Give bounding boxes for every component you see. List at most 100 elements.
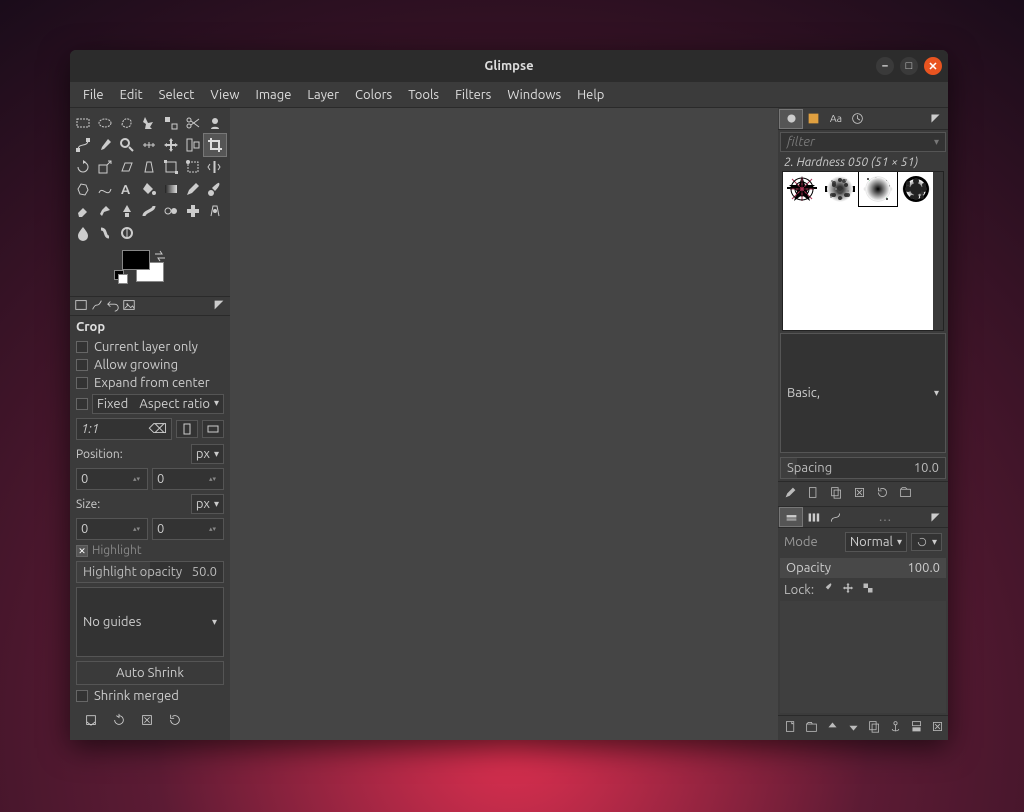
opt-current-layer-only[interactable]: Current layer only	[76, 340, 224, 354]
tool-color-picker[interactable]	[94, 134, 116, 156]
size-width[interactable]: 0▴▾	[76, 518, 148, 540]
tool-gradient[interactable]	[160, 178, 182, 200]
delete-layer-icon[interactable]	[931, 720, 944, 736]
tab-patterns[interactable]	[802, 110, 824, 128]
tab-channels[interactable]	[802, 508, 824, 526]
canvas-area[interactable]	[230, 108, 778, 740]
tool-handle-transform[interactable]	[182, 156, 204, 178]
menu-edit[interactable]: Edit	[113, 85, 150, 105]
auto-shrink-button[interactable]: Auto Shrink	[76, 661, 224, 685]
new-brush-icon[interactable]	[807, 486, 820, 502]
tab-layers[interactable]	[780, 508, 802, 526]
mode-dropdown[interactable]: Normal▾	[845, 532, 907, 552]
raise-layer-icon[interactable]	[826, 720, 839, 736]
tool-pencil[interactable]	[182, 178, 204, 200]
tool-unified-transform[interactable]	[160, 156, 182, 178]
opt-fixed-mode[interactable]: Fixed Aspect ratio▾	[92, 394, 224, 414]
tool-mypaint[interactable]	[138, 200, 160, 222]
restore-preset-icon[interactable]	[112, 713, 126, 730]
opt-fixed-checkbox[interactable]	[76, 398, 88, 410]
tool-measure[interactable]	[138, 134, 160, 156]
size-unit[interactable]: px▾	[191, 494, 224, 514]
tool-dodge-burn[interactable]	[116, 222, 138, 244]
menu-help[interactable]: Help	[570, 85, 611, 105]
tool-smudge[interactable]	[94, 222, 116, 244]
brushes-dock-menu-icon[interactable]	[924, 110, 946, 128]
tab-paths[interactable]	[824, 508, 846, 526]
tool-align[interactable]	[182, 134, 204, 156]
layer-list[interactable]	[780, 601, 946, 713]
lock-alpha-icon[interactable]	[862, 582, 874, 597]
opt-orient-landscape[interactable]	[202, 420, 224, 438]
tool-ink[interactable]	[116, 200, 138, 222]
tool-eraser[interactable]	[72, 200, 94, 222]
brush-scrollbar[interactable]	[933, 172, 943, 330]
opt-orient-portrait[interactable]	[176, 420, 198, 438]
opt-allow-growing[interactable]: Allow growing	[76, 358, 224, 372]
tab-device-status[interactable]	[90, 298, 104, 315]
menu-colors[interactable]: Colors	[348, 85, 399, 105]
tool-move[interactable]	[160, 134, 182, 156]
tab-tool-options[interactable]	[74, 298, 88, 315]
tool-foreground-select[interactable]	[204, 112, 226, 134]
lock-pixels-icon[interactable]	[822, 582, 834, 597]
merge-down-icon[interactable]	[910, 720, 923, 736]
guides-dropdown[interactable]: No guides▾	[76, 587, 224, 657]
opt-highlight[interactable]: ✕ Highlight	[76, 544, 224, 557]
menu-file[interactable]: File	[76, 85, 111, 105]
position-x[interactable]: 0▴▾	[76, 468, 148, 490]
opt-ratio-input[interactable]: 1:1 ⌫	[76, 418, 172, 440]
tool-free-select[interactable]	[116, 112, 138, 134]
edit-brush-icon[interactable]	[784, 486, 797, 502]
save-preset-icon[interactable]	[84, 713, 98, 730]
tool-crop[interactable]	[204, 134, 226, 156]
tool-scissors-select[interactable]	[182, 112, 204, 134]
tool-rotate[interactable]	[72, 156, 94, 178]
tool-perspective[interactable]	[138, 156, 160, 178]
brush-filter-input[interactable]: filter▾	[780, 132, 946, 152]
tool-text[interactable]: A	[116, 178, 138, 200]
highlight-opacity-slider[interactable]: Highlight opacity 50.0	[76, 561, 224, 583]
tab-images[interactable]	[122, 298, 136, 315]
foreground-color[interactable]	[122, 250, 150, 270]
close-button[interactable]: ✕	[924, 57, 942, 75]
opt-shrink-merged[interactable]: Shrink merged	[76, 689, 224, 703]
tool-blur[interactable]	[72, 222, 94, 244]
delete-preset-icon[interactable]	[140, 713, 154, 730]
tool-flip[interactable]	[204, 156, 226, 178]
layer-opacity-slider[interactable]: Opacity 100.0	[780, 558, 946, 578]
tab-document-history[interactable]	[846, 110, 868, 128]
duplicate-layer-icon[interactable]	[868, 720, 881, 736]
open-as-image-icon[interactable]	[899, 486, 912, 502]
opt-expand-from-center[interactable]: Expand from center	[76, 376, 224, 390]
dock-menu-icon[interactable]	[212, 298, 226, 315]
delete-brush-icon[interactable]	[853, 486, 866, 502]
tool-ellipse-select[interactable]	[94, 112, 116, 134]
tool-shear[interactable]	[116, 156, 138, 178]
tool-warp[interactable]	[94, 178, 116, 200]
tool-airbrush[interactable]	[94, 200, 116, 222]
tool-cage-transform[interactable]	[72, 178, 94, 200]
reset-preset-icon[interactable]	[168, 713, 182, 730]
position-y[interactable]: 0▴▾	[152, 468, 224, 490]
minimize-button[interactable]: –	[876, 57, 894, 75]
tool-perspective-clone[interactable]	[204, 200, 226, 222]
tab-brushes[interactable]	[780, 110, 802, 128]
menu-image[interactable]: Image	[249, 85, 299, 105]
swap-colors-icon[interactable]	[154, 250, 166, 262]
mode-reset-icon[interactable]: ▾	[911, 533, 942, 551]
lower-layer-icon[interactable]	[847, 720, 860, 736]
menu-tools[interactable]: Tools	[401, 85, 446, 105]
tool-scale[interactable]	[94, 156, 116, 178]
layers-dock-menu-icon[interactable]	[924, 508, 946, 526]
tool-paths[interactable]	[72, 134, 94, 156]
tool-rect-select[interactable]	[72, 112, 94, 134]
maximize-button[interactable]: □	[900, 57, 918, 75]
default-colors-icon[interactable]	[114, 270, 122, 278]
tool-paintbrush[interactable]	[204, 178, 226, 200]
menu-layer[interactable]: Layer	[300, 85, 346, 105]
brush-spacing-slider[interactable]: Spacing 10.0	[780, 457, 946, 479]
anchor-layer-icon[interactable]	[889, 720, 902, 736]
brush-preset-dropdown[interactable]: Basic,▾	[780, 333, 946, 453]
menu-windows[interactable]: Windows	[500, 85, 568, 105]
